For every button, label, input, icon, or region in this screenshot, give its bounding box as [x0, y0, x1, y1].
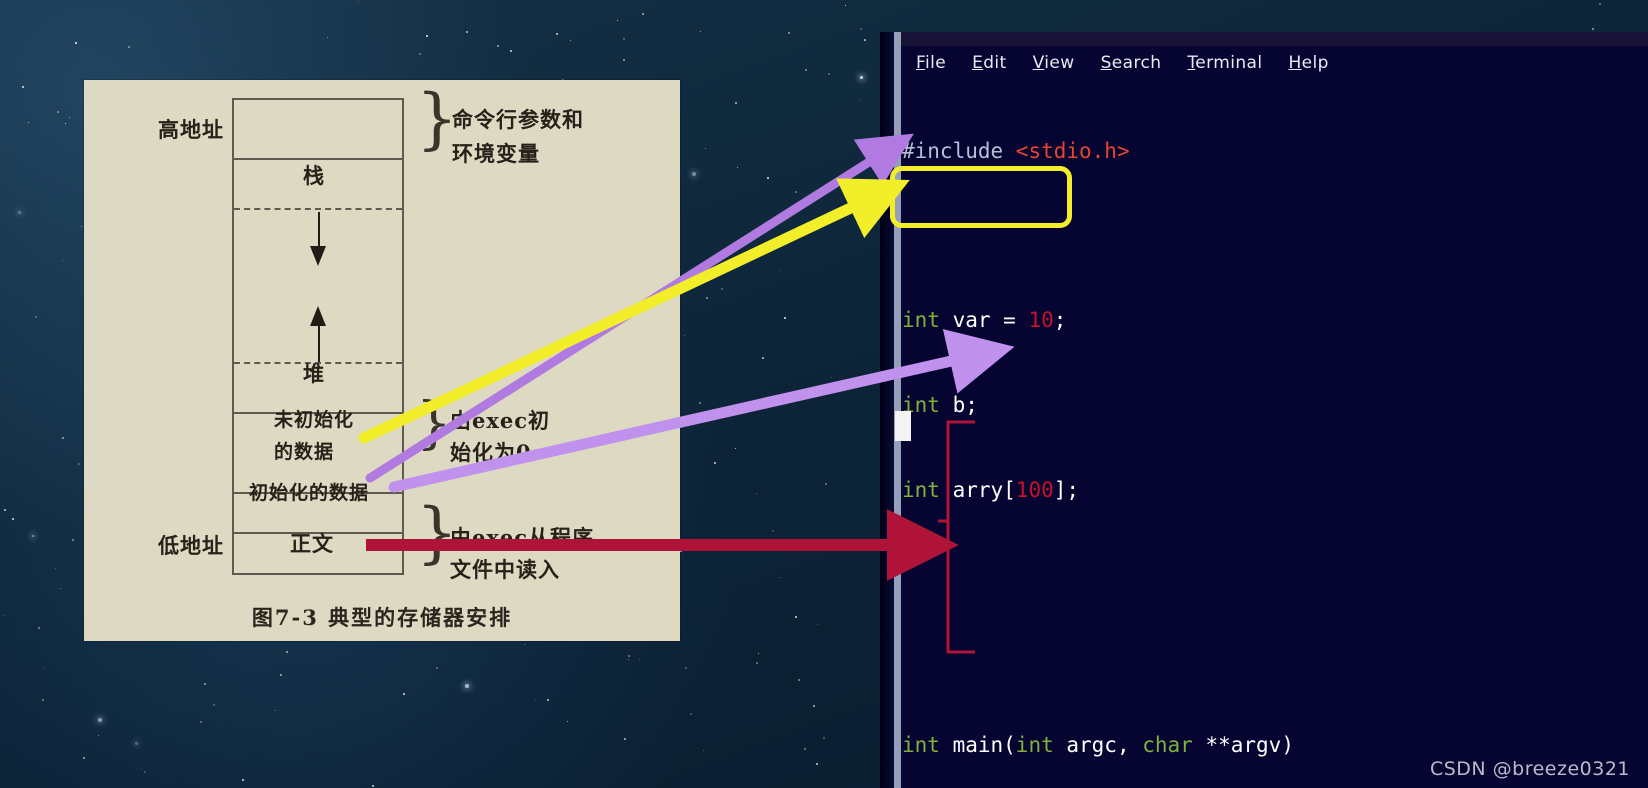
menu-item-help[interactable]: Help [1288, 53, 1328, 73]
segment-label-heap: 堆 [303, 361, 325, 386]
memory-layout-figure: 高地址 低地址 栈 堆 未初始化 的数据 初始化的数据 正文 } } } 命令行… [84, 80, 680, 641]
segment-label-stack: 栈 [303, 163, 325, 188]
terminal-titlebar [901, 32, 1648, 46]
terminal-window[interactable]: File Edit View Search Terminal Help #inc… [880, 32, 1648, 788]
note-argv-line1: 命令行参数和 [452, 107, 584, 132]
terminal-scrollbar-thumb[interactable] [894, 32, 901, 788]
stack-growth-arrow-head [310, 246, 326, 266]
segment-divider-stack-dashed [234, 208, 402, 210]
heap-growth-arrow-head [310, 306, 326, 326]
yellow-highlight-box [890, 166, 1072, 228]
label-high-address: 高地址 [158, 117, 224, 142]
code-line: int var = 10; [902, 308, 1067, 333]
note-argv-line2: 环境变量 [452, 141, 540, 166]
code-line: #include <stdio.h> [902, 138, 1130, 163]
text-cursor [895, 411, 911, 441]
screenshot-root: 高地址 低地址 栈 堆 未初始化 的数据 初始化的数据 正文 } } } 命令行… [0, 0, 1648, 788]
menu-item-view[interactable]: View [1033, 53, 1075, 73]
menu-item-terminal[interactable]: Terminal [1187, 53, 1262, 73]
label-low-address: 低地址 [158, 533, 224, 558]
stack-growth-arrow-shaft [318, 212, 320, 250]
figure-caption: 图7-3 典型的存储器安排 [251, 605, 513, 630]
code-line: int arry[100]; [902, 478, 1080, 503]
brace-bss: } [416, 391, 452, 456]
menu-item-search[interactable]: Search [1101, 53, 1162, 73]
segment-label-text: 正文 [290, 531, 334, 556]
note-bss-line1: 由exec初 [450, 408, 551, 433]
note-bss-line2: 始化为0 [450, 440, 532, 465]
terminal-scrollbar-track[interactable] [880, 32, 894, 788]
code-line: int main(int argc, char **argv) [902, 732, 1294, 757]
segment-label-bss-line1: 未初始化 [274, 409, 355, 431]
segment-label-data: 初始化的数据 [249, 482, 370, 504]
note-text-line1: 由exec从程序 [450, 525, 595, 550]
note-text-line2: 文件中读入 [450, 557, 560, 582]
menu-item-file[interactable]: File [916, 53, 946, 73]
watermark: CSDN @breeze0321 [1429, 758, 1630, 780]
terminal-menubar: File Edit View Search Terminal Help [908, 48, 1329, 78]
menu-item-edit[interactable]: Edit [972, 53, 1007, 73]
heap-growth-arrow-shaft [318, 322, 320, 362]
code-line: int b; [902, 393, 978, 418]
segment-label-bss-line2: 的数据 [274, 441, 335, 463]
